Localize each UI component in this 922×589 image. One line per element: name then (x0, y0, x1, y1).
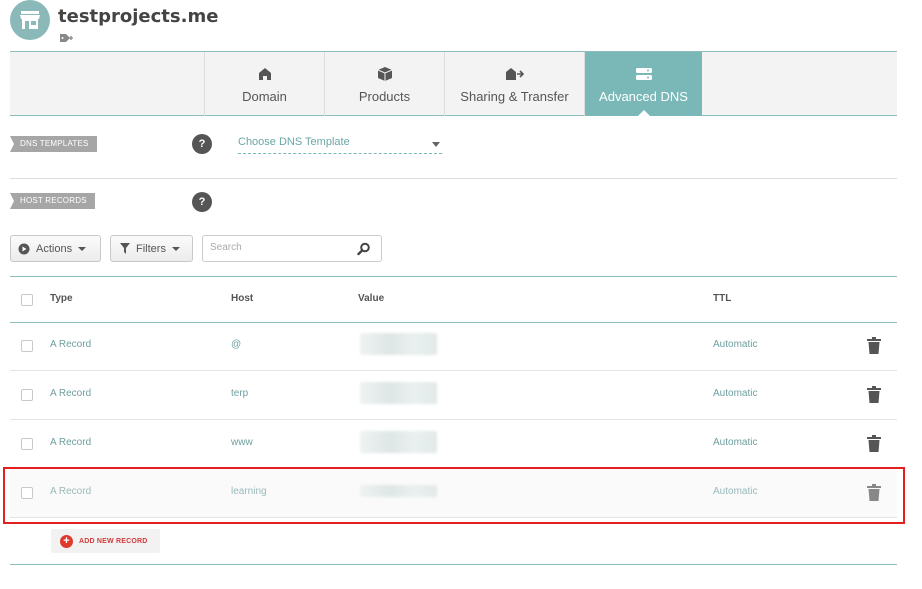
host-records-label: HOST RECORDS (10, 193, 95, 209)
record-value-redacted[interactable] (360, 382, 437, 404)
server-icon (635, 65, 653, 83)
store-icon (10, 0, 50, 40)
house-arrow-icon (505, 65, 525, 83)
dns-templates-help-icon[interactable]: ? (192, 134, 212, 154)
record-type[interactable]: A Record (50, 339, 91, 350)
column-host: Host (231, 293, 254, 304)
tab-advanced-dns[interactable]: Advanced DNS (584, 52, 702, 117)
tab-label: Sharing & Transfer (460, 88, 569, 104)
tab-label: Advanced DNS (599, 88, 688, 104)
plus-circle-icon: + (60, 534, 73, 548)
chevron-down-icon (78, 246, 87, 251)
record-type[interactable]: A Record (50, 388, 91, 399)
filter-icon (120, 243, 130, 254)
filters-button-label: Filters (136, 242, 166, 255)
highlight-outline (3, 467, 905, 524)
record-ttl[interactable]: Automatic (713, 437, 757, 448)
actions-button-label: Actions (36, 242, 73, 255)
record-host[interactable]: terp (231, 388, 248, 399)
row-checkbox[interactable] (21, 438, 33, 450)
box-icon (377, 65, 393, 83)
divider (10, 178, 897, 179)
domain-title: testprojects.me (58, 6, 219, 27)
dns-templates-label: DNS TEMPLATES (10, 136, 97, 152)
filters-button[interactable]: Filters (110, 235, 193, 262)
chevron-down-icon (171, 246, 180, 251)
add-new-record-label: ADD NEW RECORD (79, 537, 148, 545)
trash-icon[interactable] (867, 386, 881, 403)
column-ttl: TTL (713, 293, 732, 304)
record-ttl[interactable]: Automatic (713, 339, 757, 350)
trash-icon[interactable] (867, 435, 881, 452)
trash-icon[interactable] (867, 337, 881, 354)
table-row[interactable]: A Record @ Automatic (10, 322, 897, 371)
record-host[interactable]: www (231, 437, 253, 448)
tab-products[interactable]: Products (324, 52, 444, 116)
record-type[interactable]: A Record (50, 437, 91, 448)
record-ttl[interactable]: Automatic (713, 388, 757, 399)
record-value-redacted[interactable] (360, 333, 437, 355)
tab-label: Domain (242, 88, 287, 104)
page-header: testprojects.me (10, 0, 900, 50)
divider (10, 564, 897, 565)
row-checkbox[interactable] (21, 389, 33, 401)
tab-domain[interactable]: Domain (204, 52, 324, 116)
row-checkbox[interactable] (21, 340, 33, 352)
actions-button[interactable]: Actions (10, 235, 101, 262)
tag-add-icon[interactable] (59, 33, 75, 43)
domain-tabs: Domain Products Sharing & Transfer Advan… (10, 51, 897, 117)
records-table-header: Type Host Value TTL (10, 276, 897, 323)
dns-template-select-value: Choose DNS Template (238, 136, 350, 148)
play-circle-icon (18, 243, 30, 254)
chevron-down-icon (432, 142, 440, 147)
tab-sharing-transfer[interactable]: Sharing & Transfer (444, 52, 584, 116)
table-row[interactable]: A Record terp Automatic (10, 371, 897, 420)
record-value-redacted[interactable] (360, 431, 437, 453)
select-all-checkbox[interactable] (21, 294, 33, 306)
column-value: Value (358, 293, 385, 304)
column-type: Type (50, 293, 73, 304)
host-records-help-icon[interactable]: ? (192, 192, 212, 212)
home-icon (258, 65, 272, 83)
search-icon[interactable] (357, 242, 371, 256)
search-input[interactable] (210, 242, 350, 253)
tab-label: Products (358, 88, 411, 104)
dns-template-select[interactable]: Choose DNS Template (238, 136, 442, 154)
table-row[interactable]: A Record www Automatic (10, 420, 897, 469)
search-box (202, 235, 382, 262)
record-host[interactable]: @ (231, 339, 241, 350)
add-new-record-button[interactable]: + ADD NEW RECORD (51, 529, 160, 553)
